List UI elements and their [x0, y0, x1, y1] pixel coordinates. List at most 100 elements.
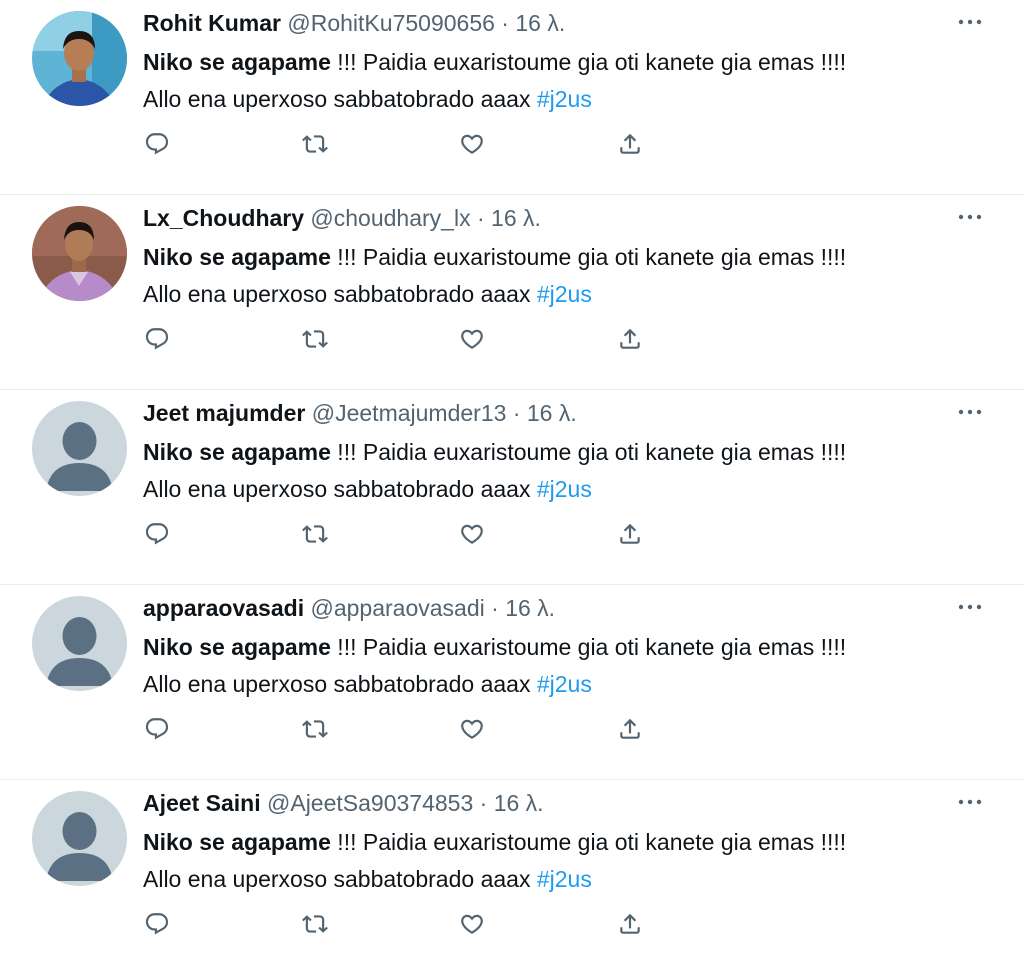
share-button[interactable]	[614, 908, 646, 940]
timestamp[interactable]: 16 λ.	[515, 10, 565, 36]
tweet-text: Niko se agapame !!! Paidia euxaristoume …	[143, 44, 846, 118]
reply-icon	[145, 328, 169, 350]
tweet-text-rest: !!! Paidia euxaristoume gia oti kanete g…	[330, 439, 847, 465]
hashtag-link[interactable]: #j2us	[537, 476, 592, 502]
more-button[interactable]	[950, 392, 990, 432]
tweet-text-line2: Allo ena uperxoso sabbatobrado aaax	[143, 86, 537, 112]
photo-avatar-icon	[32, 11, 127, 106]
action-bar	[143, 518, 663, 550]
tweet-text-bold: Niko se agapame	[143, 439, 331, 465]
separator-dot: ·	[491, 595, 499, 621]
avatar[interactable]	[32, 401, 127, 496]
retweet-button[interactable]	[299, 908, 331, 940]
like-button[interactable]	[456, 128, 488, 160]
author-name[interactable]: Rohit Kumar	[143, 10, 281, 36]
tweet-header: Rohit Kumar @RohitKu75090656 · 16 λ.	[143, 8, 565, 38]
retweet-icon	[302, 915, 328, 933]
tweet[interactable]: apparaovasadi @apparaovasadi · 16 λ. Nik…	[0, 585, 1024, 780]
more-button[interactable]	[950, 587, 990, 627]
author-handle[interactable]: @Jeetmajumder13	[312, 400, 507, 426]
share-icon	[620, 913, 640, 934]
author-name[interactable]: Lx_Choudhary	[143, 205, 304, 231]
retweet-button[interactable]	[299, 128, 331, 160]
author-handle[interactable]: @choudhary_lx	[310, 205, 470, 231]
share-icon	[620, 718, 640, 739]
retweet-button[interactable]	[299, 713, 331, 745]
reply-icon	[145, 133, 169, 155]
timestamp[interactable]: 16 λ.	[527, 400, 577, 426]
tweet-text: Niko se agapame !!! Paidia euxaristoume …	[143, 434, 846, 508]
like-icon	[461, 329, 483, 349]
author-handle[interactable]: @AjeetSa90374853	[267, 790, 473, 816]
author-name[interactable]: Jeet majumder	[143, 400, 305, 426]
retweet-icon	[302, 330, 328, 348]
timestamp[interactable]: 16 λ.	[494, 790, 544, 816]
tweet-text: Niko se agapame !!! Paidia euxaristoume …	[143, 824, 846, 898]
hashtag-link[interactable]: #j2us	[537, 281, 592, 307]
tweet[interactable]: Rohit Kumar @RohitKu75090656 · 16 λ. Nik…	[0, 0, 1024, 195]
author-name[interactable]: apparaovasadi	[143, 595, 304, 621]
avatar[interactable]	[32, 11, 127, 106]
separator-dot: ·	[512, 400, 521, 426]
like-icon	[461, 719, 483, 739]
reply-button[interactable]	[141, 518, 173, 550]
share-button[interactable]	[614, 323, 646, 355]
tweet-text-rest: !!! Paidia euxaristoume gia oti kanete g…	[330, 634, 847, 660]
like-icon	[461, 134, 483, 154]
tweet-header: apparaovasadi @apparaovasadi · 16 λ.	[143, 593, 555, 623]
action-bar	[143, 323, 663, 355]
share-button[interactable]	[614, 518, 646, 550]
separator-dot: ·	[479, 790, 488, 816]
action-bar	[143, 908, 663, 940]
retweet-button[interactable]	[299, 323, 331, 355]
reply-button[interactable]	[141, 323, 173, 355]
more-icon	[958, 214, 982, 220]
like-button[interactable]	[456, 908, 488, 940]
tweet-text-bold: Niko se agapame	[143, 634, 331, 660]
tweet-text-bold: Niko se agapame	[143, 49, 331, 75]
more-icon	[958, 409, 982, 415]
author-handle[interactable]: @RohitKu75090656	[287, 10, 495, 36]
hashtag-link[interactable]: #j2us	[537, 866, 592, 892]
tweet[interactable]: Jeet majumder @Jeetmajumder13 · 16 λ. Ni…	[0, 390, 1024, 585]
tweet-text-rest: !!! Paidia euxaristoume gia oti kanete g…	[330, 244, 847, 270]
hashtag-link[interactable]: #j2us	[537, 671, 592, 697]
default-avatar-icon	[32, 401, 127, 496]
tweet[interactable]: Ajeet Saini @AjeetSa90374853 · 16 λ. Nik…	[0, 780, 1024, 954]
more-button[interactable]	[950, 197, 990, 237]
tweet-header: Ajeet Saini @AjeetSa90374853 · 16 λ.	[143, 788, 544, 818]
avatar[interactable]	[32, 596, 127, 691]
timestamp[interactable]: 16 λ.	[505, 595, 555, 621]
tweet-text-rest: !!! Paidia euxaristoume gia oti kanete g…	[330, 829, 847, 855]
share-button[interactable]	[614, 713, 646, 745]
author-name[interactable]: Ajeet Saini	[143, 790, 261, 816]
author-handle[interactable]: @apparaovasadi	[310, 595, 484, 621]
reply-icon	[145, 523, 169, 545]
tweet-text-rest: !!! Paidia euxaristoume gia oti kanete g…	[330, 49, 847, 75]
timestamp[interactable]: 16 λ.	[491, 205, 541, 231]
like-button[interactable]	[456, 323, 488, 355]
like-icon	[461, 524, 483, 544]
avatar[interactable]	[32, 206, 127, 301]
more-button[interactable]	[950, 782, 990, 822]
like-button[interactable]	[456, 518, 488, 550]
photo-avatar-icon	[32, 206, 127, 301]
hashtag-link[interactable]: #j2us	[537, 86, 592, 112]
like-button[interactable]	[456, 713, 488, 745]
tweet-text-line2: Allo ena uperxoso sabbatobrado aaax	[143, 281, 537, 307]
share-button[interactable]	[614, 128, 646, 160]
reply-button[interactable]	[141, 713, 173, 745]
avatar[interactable]	[32, 791, 127, 886]
retweet-button[interactable]	[299, 518, 331, 550]
more-button[interactable]	[950, 2, 990, 42]
tweet-text: Niko se agapame !!! Paidia euxaristoume …	[143, 239, 846, 313]
separator-dot: ·	[501, 10, 509, 36]
tweet-text-bold: Niko se agapame	[143, 829, 331, 855]
share-icon	[620, 328, 640, 349]
retweet-icon	[302, 525, 328, 543]
reply-button[interactable]	[141, 908, 173, 940]
more-icon	[958, 19, 982, 25]
reply-button[interactable]	[141, 128, 173, 160]
tweet-text-bold: Niko se agapame	[143, 244, 331, 270]
tweet[interactable]: Lx_Choudhary @choudhary_lx · 16 λ. Niko …	[0, 195, 1024, 390]
